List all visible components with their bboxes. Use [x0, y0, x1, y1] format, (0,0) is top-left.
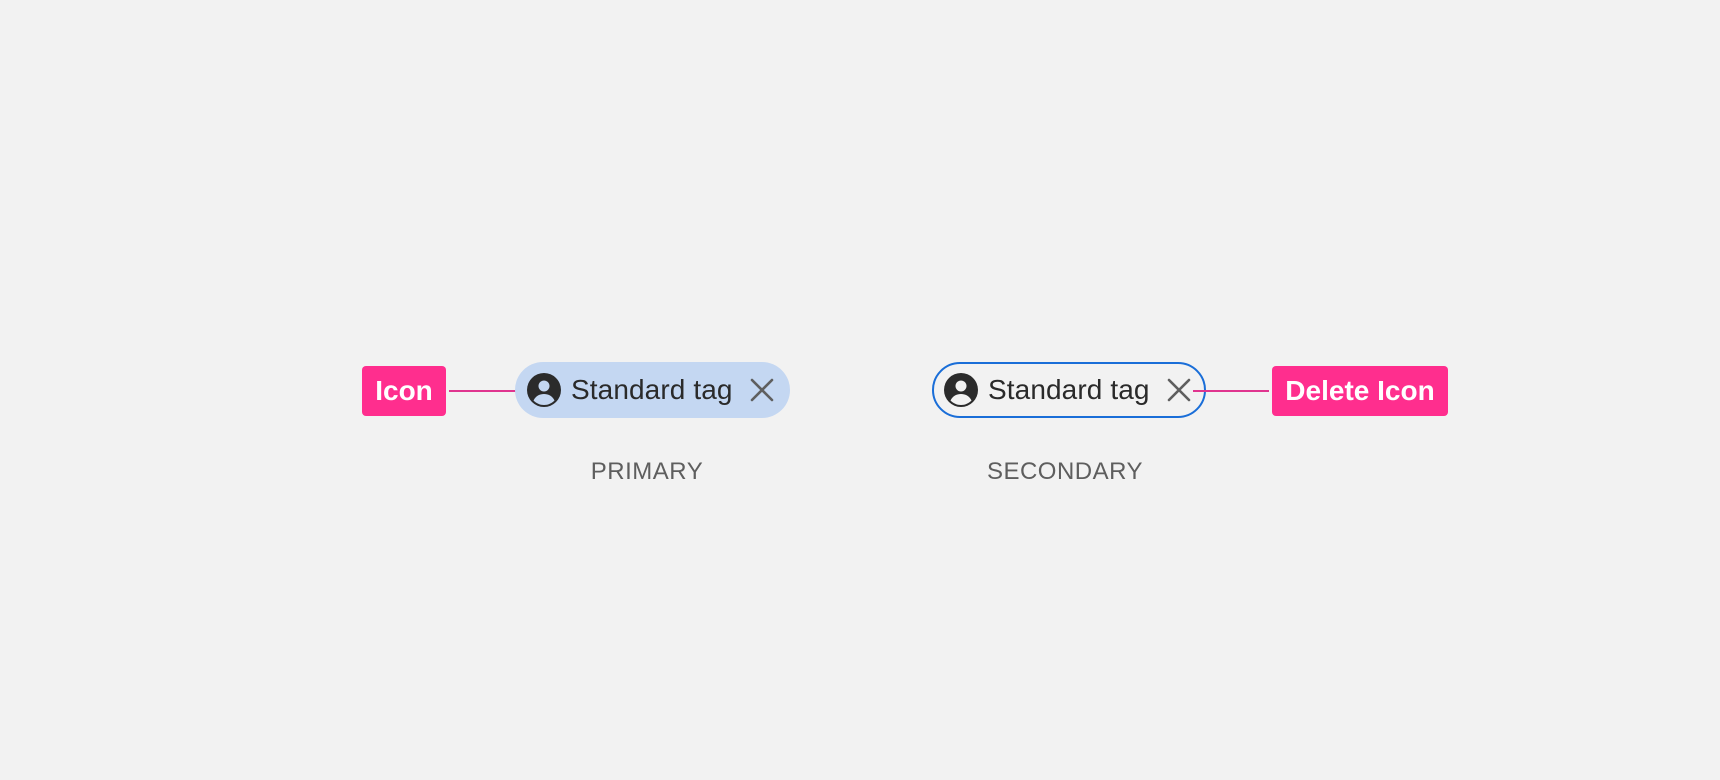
primary-tag-label: Standard tag: [571, 374, 733, 405]
user-circle-icon: [944, 373, 978, 407]
close-icon[interactable]: [749, 377, 775, 403]
icon-callout: Icon: [362, 366, 446, 416]
primary-caption: PRIMARY: [590, 458, 704, 485]
secondary-tag[interactable]: Standard tag: [932, 362, 1206, 418]
icon-connector-line: [449, 390, 525, 392]
icon-callout-label: Icon: [375, 375, 433, 406]
close-icon[interactable]: [1166, 377, 1192, 403]
delete-icon-callout-label: Delete Icon: [1285, 375, 1435, 406]
user-circle-icon: [527, 373, 561, 407]
secondary-tag-label: Standard tag: [988, 374, 1150, 405]
delete-icon-callout: Delete Icon: [1272, 366, 1448, 416]
secondary-caption: SECONDARY: [986, 458, 1144, 485]
primary-tag[interactable]: Standard tag: [515, 362, 790, 418]
delete-icon-connector-line: [1193, 390, 1269, 392]
